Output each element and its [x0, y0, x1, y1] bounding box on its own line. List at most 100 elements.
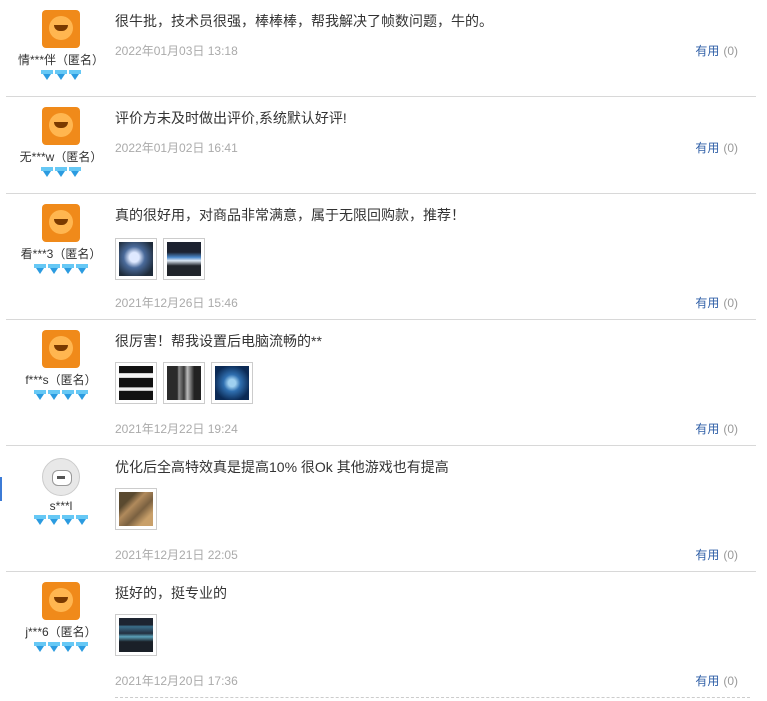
review-content: 挺好的，挺专业的: [115, 584, 756, 660]
useful-count: (0): [723, 141, 738, 155]
user-avatar[interactable]: [42, 458, 80, 496]
review-text: 真的很好用，对商品非常满意，属于无限回购款，推荐！: [115, 207, 465, 223]
scroll-indicator: [0, 477, 2, 501]
diamond-icon: [76, 390, 88, 400]
user-level-gems: [6, 515, 116, 527]
monitor-photo-thumbnail[interactable]: [115, 238, 157, 280]
diamond-icon: [55, 167, 67, 177]
useful-count: (0): [723, 296, 738, 310]
review-content: 优化后全高特效真是提高10% 很Ok 其他游戏也有提高: [115, 458, 756, 534]
diamond-icon: [48, 390, 60, 400]
diamond-icon: [41, 167, 53, 177]
review-user: s***l: [6, 458, 116, 527]
software-screen-thumbnail[interactable]: [115, 614, 157, 656]
review-text: 很厉害！帮我设置后电脑流畅的**: [115, 333, 322, 349]
useful-label[interactable]: 有用: [695, 296, 719, 310]
diamond-icon: [48, 642, 60, 652]
useful-button[interactable]: 有用 (0): [695, 420, 738, 437]
useful-count: (0): [723, 44, 738, 58]
useful-label[interactable]: 有用: [695, 674, 719, 688]
review-user: 无***w（匿名）: [6, 107, 116, 179]
diamond-icon: [76, 264, 88, 274]
useful-count: (0): [723, 422, 738, 436]
diamond-icon: [55, 70, 67, 80]
user-name: s***l: [49, 499, 73, 513]
diamond-icon: [48, 515, 60, 525]
diamond-icon: [34, 515, 46, 525]
review-user: 情***伴（匿名）: [6, 10, 116, 82]
useful-label[interactable]: 有用: [695, 141, 719, 155]
review-item: s***l 优化后全高特效真是提高10% 很Ok 其他游戏也有提高 2021年1…: [6, 446, 756, 572]
review-content: 很厉害！帮我设置后电脑流畅的**: [115, 332, 756, 408]
diamond-icon: [69, 70, 81, 80]
user-level-gems: [6, 390, 116, 402]
diamond-icon: [76, 515, 88, 525]
review-date: 2021年12月26日 15:46: [115, 296, 238, 310]
user-level-gems: [6, 642, 116, 654]
useful-label[interactable]: 有用: [695, 422, 719, 436]
review-text: 挺好的，挺专业的: [115, 585, 227, 601]
user-name: j***6（匿名）: [25, 625, 97, 639]
review-images: [115, 488, 756, 534]
useful-button[interactable]: 有用 (0): [695, 42, 738, 59]
review-images: [115, 238, 756, 284]
review-item: 看***3（匿名） 真的很好用，对商品非常满意，属于无限回购款，推荐！ 2021…: [6, 194, 756, 320]
review-user: f***s（匿名）: [6, 330, 116, 402]
user-name: 看***3（匿名）: [20, 247, 102, 261]
user-name: 无***w（匿名）: [19, 150, 103, 164]
user-level-gems: [6, 70, 116, 82]
useful-count: (0): [723, 548, 738, 562]
review-text: 评价方未及时做出评价,系统默认好评!: [115, 110, 347, 126]
screen-photo-thumbnail[interactable]: [163, 238, 205, 280]
review-user: j***6（匿名）: [6, 582, 116, 654]
review-item: 无***w（匿名） 评价方未及时做出评价,系统默认好评! 2022年01月02日…: [6, 97, 756, 194]
desktop-screen-thumbnail[interactable]: [211, 362, 253, 404]
review-date: 2021年12月21日 22:05: [115, 548, 238, 562]
user-avatar[interactable]: [42, 204, 80, 242]
review-item: j***6（匿名） 挺好的，挺专业的 2021年12月20日 17:36 有用 (…: [6, 572, 756, 701]
user-avatar[interactable]: [42, 582, 80, 620]
review-date: 2022年01月02日 16:41: [115, 141, 238, 155]
review-content: 很牛批，技术员很强，棒棒棒，帮我解决了帧数问题，牛的。: [115, 12, 756, 30]
review-text: 优化后全高特效真是提高10% 很Ok 其他游戏也有提高: [115, 459, 449, 475]
hand-photo-thumbnail[interactable]: [115, 488, 157, 530]
review-user: 看***3（匿名）: [6, 204, 116, 276]
diamond-icon: [34, 264, 46, 274]
user-level-gems: [6, 264, 116, 276]
useful-button[interactable]: 有用 (0): [695, 546, 738, 563]
review-content: 评价方未及时做出评价,系统默认好评!: [115, 109, 756, 127]
review-content: 真的很好用，对商品非常满意，属于无限回购款，推荐！: [115, 206, 756, 284]
useful-count: (0): [723, 674, 738, 688]
user-level-gems: [6, 167, 116, 179]
review-date: 2021年12月22日 19:24: [115, 422, 238, 436]
user-avatar[interactable]: [42, 10, 80, 48]
useful-button[interactable]: 有用 (0): [695, 294, 738, 311]
diamond-icon: [76, 642, 88, 652]
diamond-icon: [62, 390, 74, 400]
diamond-icon: [48, 264, 60, 274]
useful-label[interactable]: 有用: [695, 548, 719, 562]
divider: [115, 697, 750, 698]
review-images: [115, 362, 756, 408]
diamond-icon: [62, 515, 74, 525]
review-item: 情***伴（匿名） 很牛批，技术员很强，棒棒棒，帮我解决了帧数问题，牛的。 20…: [6, 0, 756, 97]
useful-button[interactable]: 有用 (0): [695, 139, 738, 156]
user-avatar[interactable]: [42, 330, 80, 368]
review-list: 情***伴（匿名） 很牛批，技术员很强，棒棒棒，帮我解决了帧数问题，牛的。 20…: [6, 0, 756, 701]
diamond-icon: [34, 390, 46, 400]
user-name: 情***伴（匿名）: [17, 53, 104, 67]
diamond-icon: [62, 264, 74, 274]
diamond-icon: [41, 70, 53, 80]
dark-screen-thumbnail[interactable]: [115, 362, 157, 404]
user-avatar[interactable]: [42, 107, 80, 145]
review-date: 2021年12月20日 17:36: [115, 674, 238, 688]
review-images: [115, 614, 756, 660]
diamond-icon: [62, 642, 74, 652]
useful-button[interactable]: 有用 (0): [695, 672, 738, 689]
user-name: f***s（匿名）: [25, 373, 97, 387]
useful-label[interactable]: 有用: [695, 44, 719, 58]
review-date: 2022年01月03日 13:18: [115, 44, 238, 58]
pc-case-thumbnail[interactable]: [163, 362, 205, 404]
diamond-icon: [34, 642, 46, 652]
review-text: 很牛批，技术员很强，棒棒棒，帮我解决了帧数问题，牛的。: [115, 13, 493, 29]
